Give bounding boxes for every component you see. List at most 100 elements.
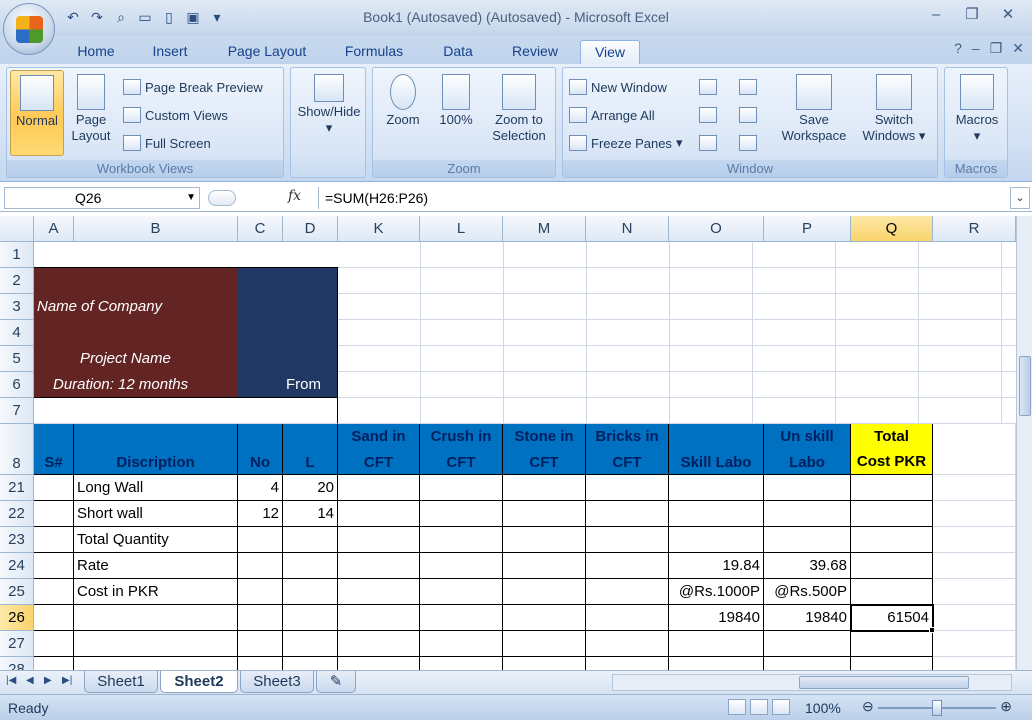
cell-unskill-labour[interactable]	[764, 527, 851, 553]
ribbon-minimize-icon[interactable]: –	[972, 40, 980, 57]
select-all-corner[interactable]	[0, 216, 34, 242]
restore-icon[interactable]: ❐	[954, 4, 990, 24]
header-no[interactable]: No	[238, 424, 283, 475]
cell-skill-labour[interactable]	[669, 501, 764, 527]
hide-button[interactable]	[699, 104, 717, 126]
tab-page-layout[interactable]: Page Layout	[216, 40, 318, 64]
cell-sand[interactable]	[338, 475, 420, 501]
header-sno[interactable]: S#	[34, 424, 74, 475]
cell-bricks[interactable]	[586, 527, 669, 553]
column-header-c[interactable]: C	[238, 216, 283, 242]
empty-cell[interactable]	[283, 631, 338, 657]
column-header-b[interactable]: B	[74, 216, 238, 242]
cell-total-cost[interactable]	[851, 579, 933, 605]
cell-description[interactable]: Total Quantity	[74, 527, 238, 553]
cell-l[interactable]	[283, 605, 338, 631]
empty-cell[interactable]	[586, 657, 669, 670]
last-sheet-icon[interactable]: ▶|	[62, 675, 72, 686]
minimize-icon[interactable]: –	[918, 4, 954, 24]
cell-unskill-labour[interactable]: 19840	[764, 605, 851, 631]
cell-skill-labour[interactable]	[669, 527, 764, 553]
cell-sno[interactable]	[34, 475, 74, 501]
cell-r[interactable]	[933, 501, 1016, 527]
row-header-4[interactable]: 4	[0, 320, 34, 346]
cell-crush[interactable]	[420, 605, 503, 631]
row-header-1[interactable]: 1	[0, 242, 34, 268]
empty-cell[interactable]	[851, 657, 933, 670]
empty-cell[interactable]	[74, 631, 238, 657]
cell-no[interactable]	[238, 579, 283, 605]
empty-cell[interactable]	[503, 631, 586, 657]
row-header-26[interactable]: 26	[0, 605, 34, 631]
cell-total-cost[interactable]	[851, 553, 933, 579]
cell-unskill-labour[interactable]	[764, 475, 851, 501]
cell-r[interactable]	[933, 553, 1016, 579]
header-unskill-labour[interactable]: Un skill Labo	[764, 424, 851, 475]
row-header-22[interactable]: 22	[0, 501, 34, 527]
cell-unskill-labour[interactable]	[764, 501, 851, 527]
row-header-25[interactable]: 25	[0, 579, 34, 605]
cell-stone[interactable]	[503, 579, 586, 605]
column-header-n[interactable]: N	[586, 216, 669, 242]
tab-review[interactable]: Review	[498, 40, 572, 64]
zoom-button[interactable]: Zoom	[379, 74, 427, 128]
empty-cell[interactable]	[34, 631, 74, 657]
cell-description[interactable]: Long Wall	[74, 475, 238, 501]
zoom-100-button[interactable]: 100%	[433, 74, 479, 128]
cell-sno[interactable]	[34, 605, 74, 631]
cell-bricks[interactable]	[586, 579, 669, 605]
switch-windows-button[interactable]: Switch Windows ▾	[855, 74, 933, 144]
cell-l[interactable]	[283, 553, 338, 579]
empty-cell[interactable]	[420, 631, 503, 657]
group-show-hide[interactable]: Show/Hide ▾	[290, 67, 366, 178]
empty-cell[interactable]	[338, 631, 420, 657]
ribbon-close-icon[interactable]: ✕	[1012, 40, 1024, 57]
ribbon-restore-icon[interactable]: ❐	[990, 40, 1003, 57]
empty-cell[interactable]	[933, 657, 1016, 670]
cell-total-cost[interactable]	[851, 475, 933, 501]
column-header-o[interactable]: O	[669, 216, 764, 242]
cell-bricks[interactable]	[586, 553, 669, 579]
row-header-24[interactable]: 24	[0, 553, 34, 579]
cell-crush[interactable]	[420, 579, 503, 605]
row-header-27[interactable]: 27	[0, 631, 34, 657]
empty-cell[interactable]	[586, 631, 669, 657]
cell-r[interactable]	[933, 605, 1016, 631]
cell-no[interactable]	[238, 605, 283, 631]
header-sand[interactable]: Sand in CFT	[338, 424, 420, 475]
zoom-to-selection-button[interactable]: Zoom to Selection	[485, 74, 553, 144]
split-button[interactable]	[699, 76, 717, 98]
column-header-k[interactable]: K	[338, 216, 420, 242]
cell-l[interactable]: 14	[283, 501, 338, 527]
cell-sno[interactable]	[34, 527, 74, 553]
sync-scrolling-button[interactable]	[739, 104, 757, 126]
unhide-button[interactable]	[699, 132, 717, 154]
vertical-scroll-thumb[interactable]	[1019, 356, 1031, 416]
cell-skill-labour[interactable]	[669, 475, 764, 501]
page-layout-view-button[interactable]: Page Layout	[67, 70, 115, 156]
header-stone[interactable]: Stone in CFT	[503, 424, 586, 475]
row-header-2[interactable]: 2	[0, 268, 34, 294]
zoom-slider[interactable]: ⊖ ⊕	[862, 698, 1012, 716]
cell-total-cost[interactable]	[851, 527, 933, 553]
header-description[interactable]: Discription	[74, 424, 238, 475]
cell-skill-labour[interactable]: 19.84	[669, 553, 764, 579]
cell-crush[interactable]	[420, 527, 503, 553]
close-icon[interactable]: ✕	[990, 4, 1026, 24]
header-total-cost[interactable]: Total Cost PKR	[851, 424, 933, 475]
cell-sand[interactable]	[338, 579, 420, 605]
empty-cell[interactable]	[933, 631, 1016, 657]
cell-sno[interactable]	[34, 579, 74, 605]
save-workspace-button[interactable]: Save Workspace	[775, 74, 853, 144]
empty-cell[interactable]	[338, 657, 420, 670]
name-box[interactable]: Q26 ▼	[4, 187, 200, 209]
cell-crush[interactable]	[420, 553, 503, 579]
cell-sand[interactable]	[338, 553, 420, 579]
reset-position-button[interactable]	[739, 132, 757, 154]
header-crush[interactable]: Crush in CFT	[420, 424, 503, 475]
row-header-28[interactable]: 28	[0, 657, 34, 670]
new-window-button[interactable]: New Window	[569, 76, 667, 98]
zoom-in-icon[interactable]: ⊕	[1000, 698, 1012, 715]
empty-cell[interactable]	[669, 657, 764, 670]
normal-view-button[interactable]: Normal	[10, 70, 64, 156]
